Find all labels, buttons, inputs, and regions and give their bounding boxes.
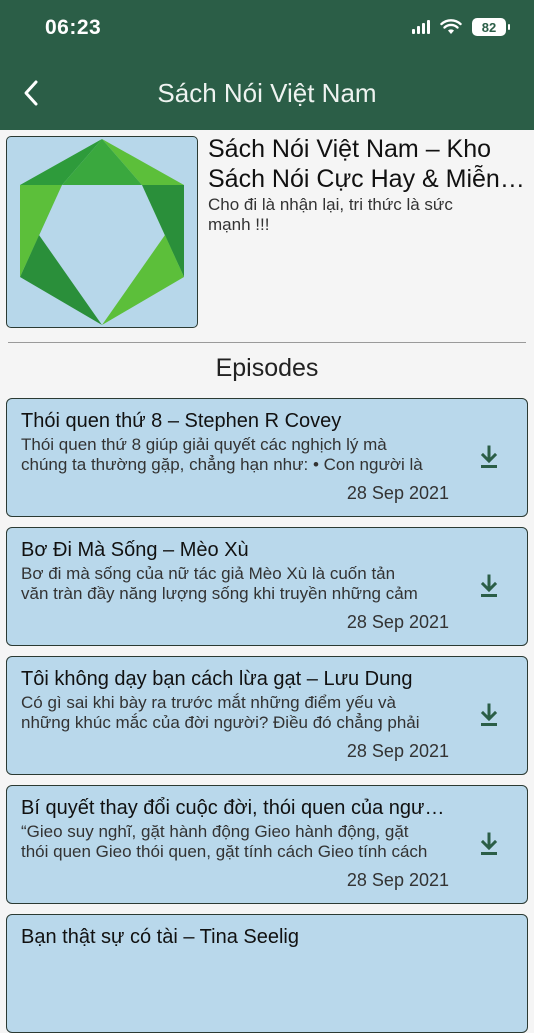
page-title: Sách Nói Việt Nam <box>157 78 377 108</box>
download-button[interactable] <box>477 830 501 858</box>
episode-date: 28 Sep 2021 <box>346 870 449 890</box>
download-icon <box>480 832 498 855</box>
episode-description-line: Có gì sai khi bày ra trước mắt những điể… <box>21 693 397 712</box>
download-icon <box>480 445 498 468</box>
podcast-cover[interactable] <box>6 136 198 328</box>
divider <box>8 342 526 343</box>
podcast-title-line1: Sách Nói Việt Nam – Kho <box>208 135 492 163</box>
episode-card[interactable]: Bạn thật sự có tài – Tina Seelig <box>6 914 528 1033</box>
episode-card[interactable]: Thói quen thứ 8 – Stephen R Covey Thói q… <box>6 398 528 517</box>
battery-icon: 82 <box>472 18 510 36</box>
signal-icon <box>412 20 430 34</box>
episode-title: Bạn thật sự có tài – Tina Seelig <box>21 926 299 948</box>
episode-title: Bí quyết thay đổi cuộc đời, thói quen củ… <box>21 797 451 819</box>
download-icon <box>480 703 498 726</box>
episode-description: Có gì sai khi bày ra trước mắt những điể… <box>21 693 449 733</box>
app-header: 06:23 82 Sách Nói Việt Nam <box>0 0 534 130</box>
episode-description: Bơ đi mà sống của nữ tác giả Mèo Xù là c… <box>21 564 449 604</box>
podcast-logo-icon <box>20 139 184 325</box>
podcast-title-line2: Sách Nói Cực Hay & Miễn Phí <box>208 165 526 193</box>
podcast-subtitle: Cho đi là nhận lại, tri thức là sức mạnh… <box>208 195 453 234</box>
episode-description-line: những khúc mắc của đời người? Điều đó ch… <box>21 713 420 732</box>
wifi-icon <box>440 19 462 34</box>
episodes-heading: Episodes <box>215 354 319 382</box>
episode-description: Thói quen thứ 8 giúp giải quyết các nghị… <box>21 435 449 475</box>
episode-description-line: Thói quen thứ 8 giúp giải quyết các nghị… <box>21 435 387 454</box>
episode-title: Tôi không dạy bạn cách lừa gạt – Lưu Dun… <box>21 668 413 690</box>
episode-description-line: “Gieo suy nghĩ, gặt hành động Gieo hành … <box>21 822 409 841</box>
download-button[interactable] <box>477 443 501 471</box>
episode-description-line: văn tràn đầy năng lượng sống khi truyền … <box>21 584 418 603</box>
podcast-header: Sách Nói Việt Nam – Kho Sách Nói Cực Hay… <box>0 130 534 342</box>
status-time: 06:23 <box>45 16 102 39</box>
download-button[interactable] <box>477 572 501 600</box>
download-icon <box>480 574 498 597</box>
episode-date: 28 Sep 2021 <box>346 612 449 632</box>
episode-date: 28 Sep 2021 <box>346 483 449 503</box>
episode-card[interactable]: Bơ Đi Mà Sống – Mèo Xù Bơ đi mà sống của… <box>6 527 528 646</box>
episode-description-line: thói quen Gieo thói quen, gặt tính cách … <box>21 842 428 861</box>
episode-card[interactable]: Tôi không dạy bạn cách lừa gạt – Lưu Dun… <box>6 656 528 775</box>
status-icons: 82 <box>412 18 510 36</box>
episode-description-line: chúng ta thường gặp, chẳng hạn như: • Co… <box>21 455 423 474</box>
download-button[interactable] <box>477 701 501 729</box>
episode-description: “Gieo suy nghĩ, gặt hành động Gieo hành … <box>21 822 449 862</box>
episode-description-line: Bơ đi mà sống của nữ tác giả Mèo Xù là c… <box>21 564 396 583</box>
episode-date: 28 Sep 2021 <box>346 741 449 761</box>
episode-card[interactable]: Bí quyết thay đổi cuộc đời, thói quen củ… <box>6 785 528 904</box>
episode-title: Thói quen thứ 8 – Stephen R Covey <box>21 410 342 432</box>
episode-title: Bơ Đi Mà Sống – Mèo Xù <box>21 539 249 561</box>
